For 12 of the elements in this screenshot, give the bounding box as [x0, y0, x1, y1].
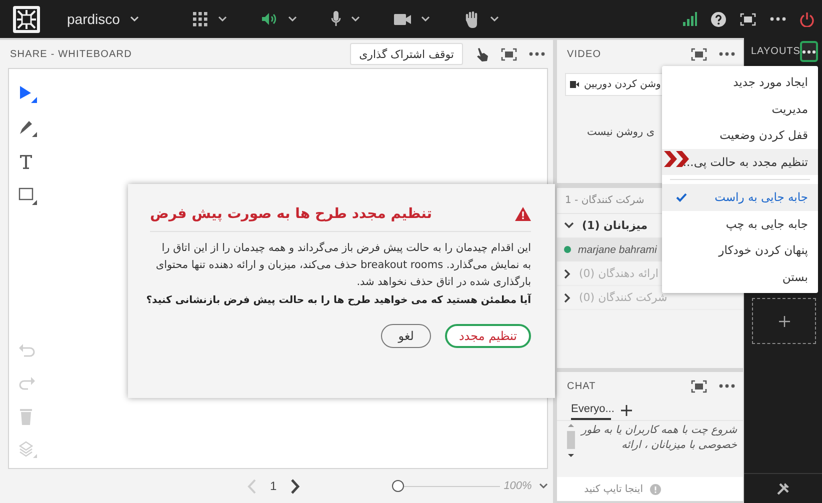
panel-title: VIDEO — [567, 48, 602, 60]
participant-name: marjane bahrami — [578, 244, 657, 256]
chat-welcome-message: شروع چت با همه کاربران یا به طور خصوصی با میزبانان ، ارائه — [579, 423, 737, 453]
zoom-level: 100% — [504, 480, 532, 492]
camera-status-text: ی روشن نیست — [587, 126, 655, 138]
dialog-message: این اقدام چیدمان را به حالت پیش فرض باز می‌گرداند و همه چیدمان را از این اتاق را به نمایش می‌گذارد. breakout rooms حذف می‌کند، میزبان و ارائه دهنده تنها محتوای بارگذاری شده در اتاق حذف نخواهد شد. — [154, 240, 531, 290]
page-number: 1 — [270, 479, 277, 493]
panel-title: SHARE - WHITEBOARD — [10, 48, 132, 60]
panel-title: LAYOUTS — [751, 46, 800, 57]
panel-title: شرکت کنندگان - 1 — [565, 195, 644, 206]
dialog-title: تنظیم مجدد طرح ها به صورت پیش فرض — [150, 206, 432, 222]
panel-title: CHAT — [567, 380, 596, 392]
